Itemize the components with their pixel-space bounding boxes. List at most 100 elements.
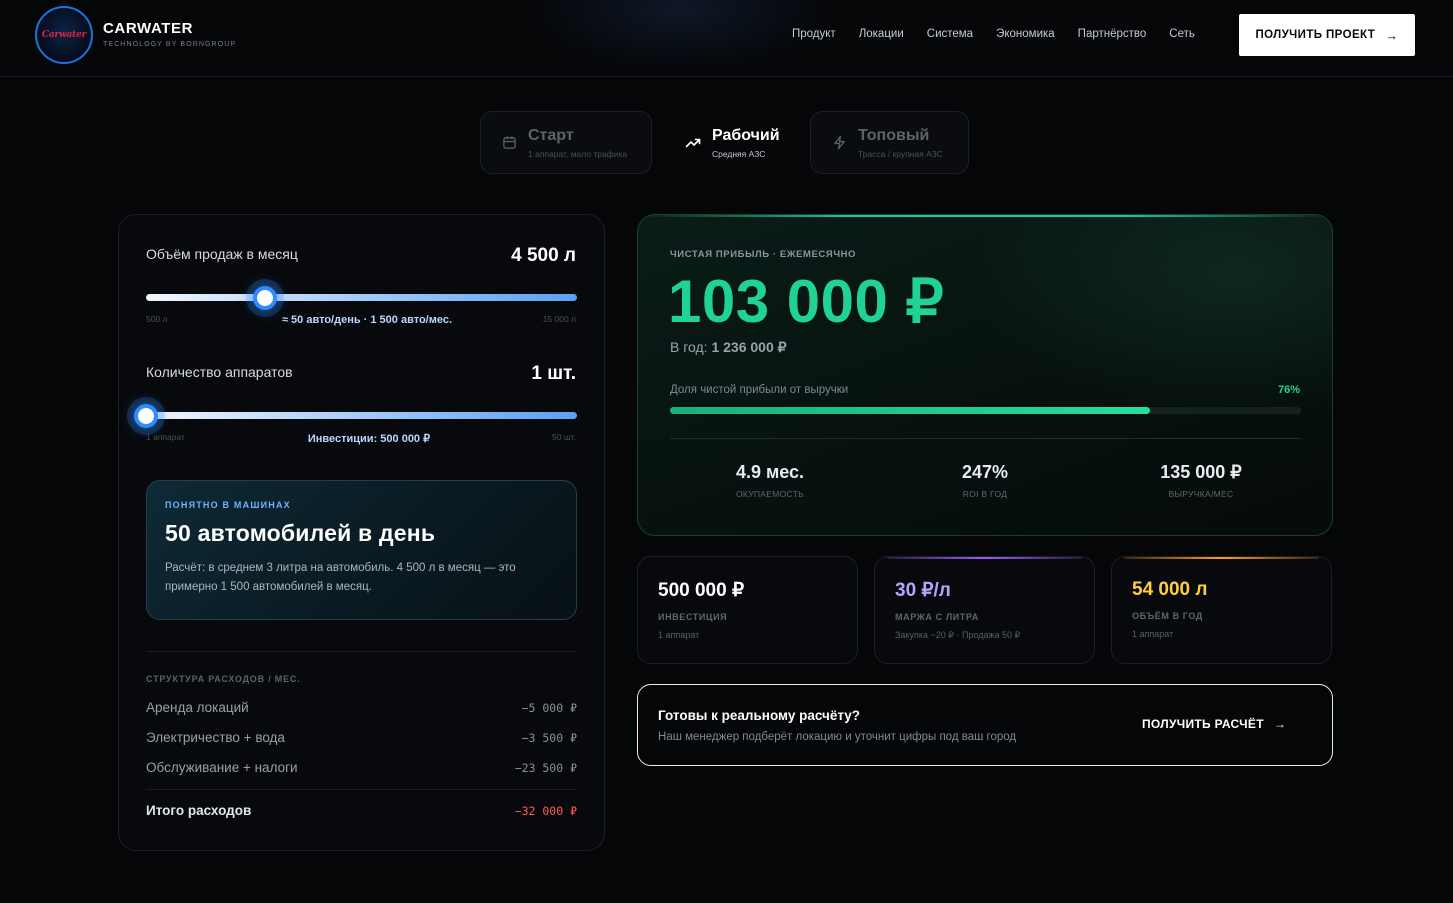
cars-card-title: 50 автомобилей в день: [165, 520, 436, 546]
nav-item-economics[interactable]: Экономика: [996, 28, 1055, 40]
expense-total-label: Итого расходов: [146, 803, 252, 818]
tab-top[interactable]: Топовый Трасса / крупная АЗС: [810, 111, 969, 174]
margin-card: 30 ₽/л МАРЖА С ЛИТРА Закупка ~20 ₽ · Про…: [874, 556, 1095, 664]
calendar-icon: [501, 135, 517, 151]
stat-payback: 4.9 мес. ОКУПАЕМОСТЬ: [670, 462, 870, 499]
stat-value: 4.9 мес.: [735, 462, 805, 482]
brand-name: CARWATER: [103, 20, 194, 37]
annual-volume-card: 54 000 л ОБЪЁМ В ГОД 1 аппарат: [1111, 556, 1332, 664]
section-divider: [146, 651, 577, 652]
tab-start-title: Старт: [528, 126, 574, 144]
investment-sub: 1 аппарат: [658, 630, 700, 640]
yearly-profit-prefix: В год:: [670, 339, 708, 355]
units-value: 1 шт.: [531, 363, 576, 384]
nav-item-partnership[interactable]: Партнёрство: [1078, 28, 1147, 40]
investment-card: 500 000 ₽ ИНВЕСТИЦИЯ 1 аппарат: [637, 556, 858, 664]
cta-title: Готовы к реальному расчёту?: [658, 708, 861, 723]
volume-max-label: 15 000 л: [542, 314, 576, 324]
net-profit-card: ЧИСТАЯ ПРИБЫЛЬ · ЕЖЕМЕСЯЧНО 103 000 ₽ В …: [637, 214, 1333, 536]
units-slider-thumb[interactable]: [134, 404, 158, 428]
expense-total-row: Итого расходов −32 000 ₽: [146, 803, 577, 818]
tab-working-title: Рабочий: [712, 126, 780, 144]
cars-card-description: Расчёт: в среднем 3 литра на автомобиль.…: [165, 562, 516, 593]
tab-working-subtitle: Средняя АЗС: [712, 148, 766, 159]
cars-per-day-card: ПОНЯТНО В МАШИНАХ 50 автомобилей в день …: [146, 480, 577, 620]
annual-volume-label: ОБЪЁМ В ГОД: [1132, 611, 1203, 621]
expenses-heading: СТРУКТУРА РАСХОДОВ / МЕС.: [146, 674, 301, 684]
profit-share-label: Доля чистой прибыли от выручки: [670, 384, 849, 396]
yearly-profit-value: 1 236 000 ₽: [711, 339, 787, 355]
investment-value: 500 000 ₽: [658, 580, 745, 601]
margin-label: МАРЖА С ЛИТРА: [895, 612, 979, 622]
margin-sub: Закупка ~20 ₽ · Продажа 50 ₽: [895, 630, 1021, 640]
brand-block: CARWATER TECHNOLOGY BY BORNGROUP: [103, 20, 236, 48]
units-label: Количество аппаратов: [146, 364, 293, 380]
expense-value: −5 000 ₽: [521, 700, 577, 715]
volume-value: 4 500 л: [511, 245, 576, 266]
profit-kicker: ЧИСТАЯ ПРИБЫЛЬ · ЕЖЕМЕСЯЧНО: [670, 249, 857, 260]
tab-top-title: Топовый: [858, 126, 930, 144]
calculation-cta-card: Готовы к реальному расчёту? Наш менеджер…: [637, 684, 1333, 766]
tab-working[interactable]: Рабочий Средняя АЗС: [664, 111, 798, 174]
expense-label: Обслуживание + налоги: [146, 760, 298, 775]
units-max-label: 50 шт.: [552, 432, 576, 442]
stat-roi: 247% ROI В ГОД: [885, 462, 1085, 499]
monthly-profit-value: 103 000 ₽: [668, 268, 945, 335]
investment-note: Инвестиции: 500 000 ₽: [307, 433, 431, 445]
stat-label: ОКУПАЕМОСТЬ: [735, 489, 805, 499]
get-calculation-label: ПОЛУЧИТЬ РАСЧЁТ: [1142, 717, 1264, 731]
brand-subtitle: TECHNOLOGY BY BORNGROUP: [103, 41, 237, 48]
expense-value: −3 500 ₽: [521, 730, 577, 745]
expense-row: Обслуживание + налоги −23 500 ₽: [146, 760, 577, 775]
brand-logo[interactable]: Carwater: [35, 6, 93, 64]
stat-label: ВЫРУЧКА/МЕС: [1168, 489, 1234, 499]
expense-total-value: −32 000 ₽: [514, 803, 577, 818]
stat-revenue: 135 000 ₽ ВЫРУЧКА/МЕС: [1101, 462, 1301, 499]
volume-min-label: 500 л: [146, 314, 168, 324]
logo-wordmark: Carwater: [41, 30, 87, 40]
volume-note: ≈ 50 авто/день · 1 500 авто/мес.: [281, 314, 453, 326]
get-calculation-button[interactable]: ПОЛУЧИТЬ РАСЧЁТ →: [1142, 717, 1286, 731]
expense-row: Электричество + вода −3 500 ₽: [146, 730, 577, 745]
arrow-right-icon: →: [1273, 717, 1287, 731]
stat-value: 135 000 ₽: [1160, 462, 1242, 482]
tab-start-subtitle: 1 аппарат, мало трафика: [528, 148, 628, 159]
margin-value: 30 ₽/л: [895, 580, 951, 601]
stat-value: 247%: [961, 462, 1009, 482]
volume-label: Объём продаж в месяц: [146, 246, 298, 262]
arrow-right-icon: →: [1385, 27, 1399, 43]
units-slider-track[interactable]: [146, 412, 577, 419]
site-header: Carwater CARWATER TECHNOLOGY BY BORNGROU…: [0, 0, 1453, 77]
stat-label: ROI В ГОД: [962, 489, 1008, 499]
trend-up-icon: [685, 135, 701, 151]
yearly-profit: В год: 1 236 000 ₽: [670, 339, 787, 356]
profit-share-fill: [670, 407, 1150, 414]
cta-description: Наш менеджер подберёт локацию и уточнит …: [658, 731, 1017, 743]
annual-volume-sub: 1 аппарат: [1132, 629, 1174, 639]
investment-label: ИНВЕСТИЦИЯ: [658, 612, 728, 622]
tab-top-subtitle: Трасса / крупная АЗС: [858, 148, 943, 159]
get-project-label: ПОЛУЧИТЬ ПРОЕКТ: [1255, 29, 1376, 41]
lightning-icon: [831, 135, 847, 151]
tab-start[interactable]: Старт 1 аппарат, мало трафика: [480, 111, 652, 174]
total-divider: [146, 789, 577, 790]
main-nav: Продукт Локации Система Экономика Партнё…: [792, 28, 1218, 40]
units-min-label: 1 аппарат: [146, 432, 185, 442]
volume-slider-track[interactable]: [146, 294, 577, 301]
expense-row: Аренда локаций −5 000 ₽: [146, 700, 577, 715]
profit-share-percent: 76%: [1277, 384, 1300, 396]
cars-card-kicker: ПОНЯТНО В МАШИНАХ: [165, 500, 291, 510]
nav-item-locations[interactable]: Локации: [859, 28, 904, 40]
expense-value: −23 500 ₽: [514, 760, 577, 775]
get-project-button[interactable]: ПОЛУЧИТЬ ПРОЕКТ →: [1239, 14, 1415, 56]
calculator-panel: Объём продаж в месяц 4 500 л 500 л ≈ 50 …: [118, 214, 605, 851]
profit-divider: [670, 438, 1301, 439]
profit-share-bar: [670, 407, 1301, 414]
nav-item-system[interactable]: Система: [927, 28, 973, 40]
annual-volume-value: 54 000 л: [1132, 579, 1208, 600]
volume-slider-thumb[interactable]: [252, 286, 277, 310]
nav-item-product[interactable]: Продукт: [792, 28, 836, 40]
expense-label: Аренда локаций: [146, 700, 249, 715]
nav-item-network[interactable]: Сеть: [1169, 28, 1195, 40]
expense-label: Электричество + вода: [146, 730, 285, 745]
